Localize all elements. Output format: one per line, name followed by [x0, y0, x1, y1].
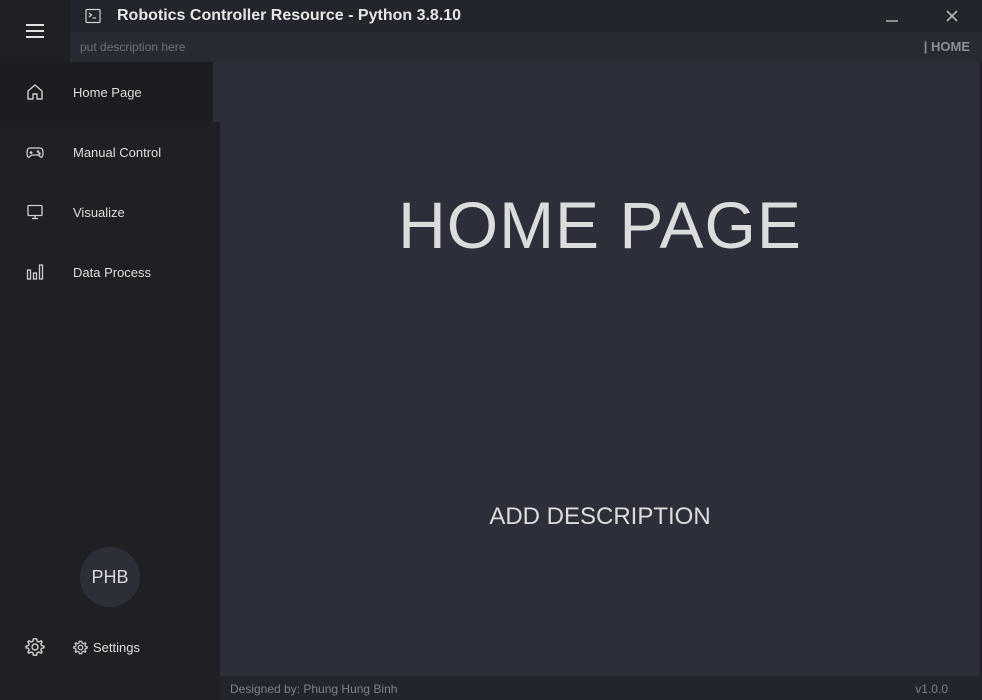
- sidebar-item-data-process[interactable]: Data Process: [0, 242, 213, 302]
- app-window: Home Page Manual Control Visualize Data …: [0, 0, 982, 700]
- settings-button[interactable]: Settings: [70, 640, 140, 655]
- minimize-button[interactable]: [862, 0, 922, 32]
- gear-icon: [73, 640, 88, 654]
- sidebar-item-visualize[interactable]: Visualize: [0, 182, 213, 242]
- sidebar-item-label: Data Process: [73, 264, 152, 280]
- terminal-icon: [85, 8, 101, 24]
- gear-icon[interactable]: [0, 637, 70, 657]
- gamepad-icon: [0, 144, 70, 160]
- settings-row: Settings: [0, 617, 220, 677]
- window-title: Robotics Controller Resource - Python 3.…: [117, 7, 462, 24]
- title-bar[interactable]: Robotics Controller Resource - Python 3.…: [70, 0, 982, 32]
- minimize-icon: [886, 20, 898, 22]
- footer: Designed by: Phung Hung Binh v1.0.0: [220, 676, 982, 700]
- avatar[interactable]: PHB: [80, 547, 140, 607]
- bar-chart-icon: [0, 263, 70, 281]
- close-icon: [946, 10, 958, 22]
- sidebar-item-label: Manual Control: [73, 144, 162, 160]
- close-button[interactable]: [922, 0, 982, 32]
- active-indicator: [213, 62, 220, 122]
- window-controls: [862, 0, 982, 32]
- sidebar-item-label: Visualize: [73, 204, 125, 220]
- description-text: put description here: [80, 40, 186, 54]
- description-bar: put description here | HOME: [70, 32, 982, 62]
- sidebar-item-label: Home Page: [73, 84, 142, 100]
- sidebar-item-manual-control[interactable]: Manual Control: [0, 122, 213, 182]
- page-description: ADD DESCRIPTION: [489, 503, 711, 530]
- menu-toggle-button[interactable]: [0, 0, 70, 62]
- main-content: HOME PAGE ADD DESCRIPTION: [220, 62, 980, 676]
- settings-label: Settings: [93, 639, 140, 655]
- sidebar-item-home-page[interactable]: Home Page: [0, 62, 213, 122]
- sidebar: Home Page Manual Control Visualize Data …: [0, 0, 220, 700]
- version-label: v1.0.0: [915, 682, 948, 696]
- designer-credit: Designed by: Phung Hung Binh: [230, 682, 398, 696]
- page-title: HOME PAGE: [398, 188, 802, 262]
- hamburger-icon: [26, 24, 44, 38]
- monitor-icon: [0, 203, 70, 221]
- current-page-label: | HOME: [923, 39, 970, 54]
- home-icon: [0, 83, 70, 101]
